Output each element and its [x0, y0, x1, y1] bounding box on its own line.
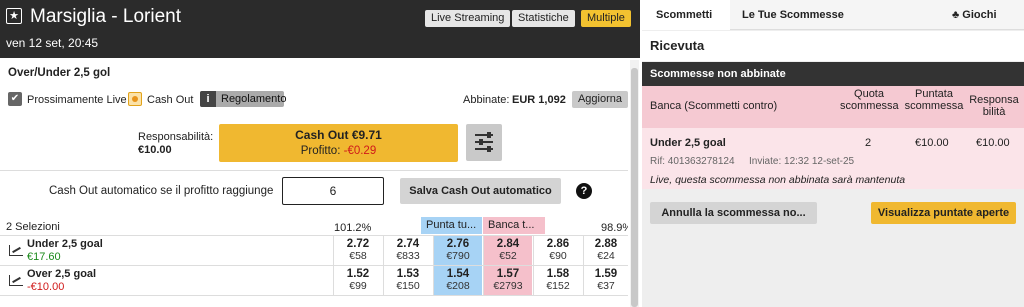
back-odds-cell[interactable]: 2.72 €58	[333, 236, 382, 265]
market-title: Over/Under 2,5 gol	[8, 67, 111, 79]
ricevuta-title: Ricevuta	[642, 31, 1024, 61]
unmatched-bets-title: Scommesse non abbinate	[642, 62, 1024, 86]
divider	[0, 295, 628, 296]
cancel-bet-button[interactable]: Annulla la scommessa no...	[650, 202, 817, 224]
help-icon[interactable]: ?	[576, 183, 592, 199]
selections-count: 2 Selezioni	[6, 221, 60, 233]
bet-inviate: Inviate: 12:32 12-set-25	[749, 156, 855, 167]
best-back-odds-cell[interactable]: 1.54 €208	[433, 266, 482, 295]
selection-name: Under 2,5 goal	[27, 238, 103, 250]
back-odds-cell[interactable]: 1.52 €99	[333, 266, 382, 295]
market-panel: ★ Marsiglia - Lorient ven 12 set, 20:45 …	[0, 0, 640, 307]
col-quota: Quota scommessa	[840, 88, 899, 112]
prossimamente-live-label: Prossimamente Live	[27, 94, 127, 106]
col-puntata: Puntata scommessa	[904, 88, 964, 112]
abbinate-label: Abbinate:	[463, 94, 510, 106]
star-icon[interactable]: ★	[6, 8, 22, 24]
lay-odds-cell[interactable]: 1.59 €37	[583, 266, 628, 295]
scrollbar[interactable]	[630, 60, 639, 307]
games-icon: ♣	[952, 9, 960, 21]
best-lay-odds-cell[interactable]: 1.57 €2793	[483, 266, 532, 295]
profitto-label: Profitto:	[300, 145, 341, 157]
live-streaming-button[interactable]: Live Streaming	[425, 10, 511, 27]
back-header: Punta tu...	[421, 217, 482, 234]
event-date: ven 12 set, 20:45	[6, 36, 99, 50]
selection-pl: €17.60	[27, 251, 61, 263]
betslip-panel: Scommetti Le Tue Scommesse ♣ Giochi Rice…	[642, 0, 1024, 307]
tab-giochi[interactable]: ♣ Giochi	[952, 0, 997, 30]
event-header: ★ Marsiglia - Lorient ven 12 set, 20:45 …	[0, 0, 640, 58]
col-responsabilita: Responsabilità	[969, 94, 1019, 118]
cash-out-amount: Cash Out €9.71	[295, 128, 382, 142]
lay-odds-cell[interactable]: 2.86 €90	[533, 236, 582, 265]
bet-rif: Rif: 401363278124	[650, 156, 735, 167]
multiple-button[interactable]: Multiple	[581, 10, 631, 27]
auto-cashout-label: Cash Out automatico se il profitto raggi…	[49, 185, 274, 197]
back-odds-cell[interactable]: 2.74 €833	[383, 236, 432, 265]
bet-puntata: €10.00	[915, 137, 949, 149]
bet-row: Under 2,5 goal 2 €10.00 €10.00 Rif: 4013…	[642, 128, 1024, 189]
cash-out-button[interactable]: Cash Out €9.71 Profitto: -€0.29	[219, 124, 458, 162]
best-lay-odds-cell[interactable]: 2.84 €52	[483, 236, 532, 265]
bet-quota: 2	[865, 137, 872, 149]
bet-name: Under 2,5 goal	[650, 137, 726, 149]
chart-icon[interactable]	[9, 245, 23, 256]
divider	[0, 170, 628, 171]
save-auto-cashout-button[interactable]: Salva Cash Out automatico	[400, 178, 561, 204]
responsabilita-label: Responsabilità:	[138, 131, 214, 143]
lay-odds-cell[interactable]: 1.58 €152	[533, 266, 582, 295]
best-back-odds-cell[interactable]: 2.76 €790	[433, 236, 482, 265]
regolamento-label: Regolamento	[221, 93, 287, 105]
back-percentage: 101.2%	[334, 222, 372, 234]
event-title: Marsiglia - Lorient	[30, 6, 181, 27]
settings-sliders-icon[interactable]	[466, 124, 502, 161]
bet-table-header: Banca (Scommetti contro) Quota scommessa…	[642, 86, 1024, 128]
tab-le-tue-scommesse[interactable]: Le Tue Scommesse	[742, 0, 844, 30]
betslip-tabs: Scommetti Le Tue Scommesse ♣ Giochi	[642, 0, 1024, 30]
selection-row: Over 2,5 goal -€10.00 1.52 €99 1.53 €150 1…	[0, 266, 628, 295]
responsabilita-value: €10.00	[138, 144, 172, 156]
profitto-line: Profitto: -€0.29	[219, 145, 458, 157]
statistiche-button[interactable]: Statistiche	[512, 10, 575, 27]
profitto-value: -€0.29	[343, 145, 377, 157]
cash-out-label: Cash Out	[147, 94, 194, 106]
selection-pl: -€10.00	[27, 281, 65, 293]
cash-out-icon	[128, 92, 142, 106]
tab-scommetti[interactable]: Scommetti	[656, 0, 712, 30]
lay-odds-cell[interactable]: 2.88 €24	[583, 236, 628, 265]
col-banca: Banca (Scommetti contro)	[650, 100, 778, 112]
lay-header: Banca t...	[483, 217, 545, 234]
selection-name: Over 2,5 goal	[27, 268, 97, 280]
abbinate-value: EUR 1,092	[512, 94, 566, 106]
info-icon: i	[200, 91, 216, 107]
bet-note: Live, questa scommessa non abbinata sarà…	[650, 174, 906, 186]
checkmark-icon[interactable]: ✔	[8, 92, 22, 106]
selection-row: Under 2,5 goal €17.60 2.72 €58 2.74 €833 2…	[0, 236, 628, 265]
aggiorna-button[interactable]: Aggiorna	[572, 91, 628, 108]
lay-percentage: 98.9%	[601, 222, 628, 234]
bet-responsabilita: €10.00	[976, 137, 1010, 149]
regolamento-button[interactable]: i Regolamento	[200, 91, 287, 107]
back-odds-cell[interactable]: 1.53 €150	[383, 266, 432, 295]
view-open-bets-button[interactable]: Visualizza puntate aperte	[871, 202, 1016, 224]
auto-cashout-input[interactable]: 6	[282, 177, 384, 205]
chart-icon[interactable]	[9, 275, 23, 286]
